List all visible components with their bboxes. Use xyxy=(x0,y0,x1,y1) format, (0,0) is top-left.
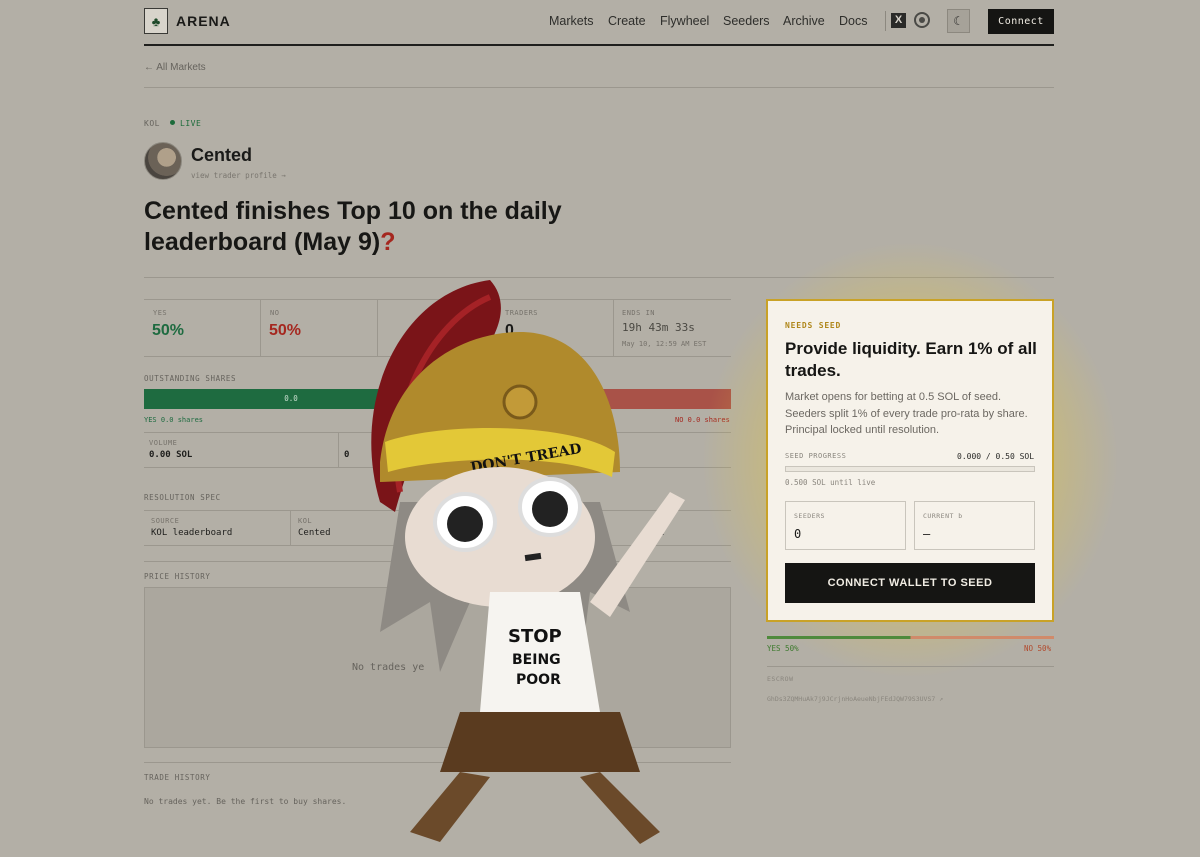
shirt-text-line-2: BEING xyxy=(512,652,561,668)
seed-progress-value: 0.000 / 0.50 SOL xyxy=(957,452,1035,461)
outstanding-shares-label: OUTSTANDING SHARES xyxy=(144,374,237,383)
source-value: KOL leaderboard xyxy=(151,528,233,538)
sidebar-yes-pct: YES 50% xyxy=(767,644,799,653)
seed-progress-label: SEED PROGRESS xyxy=(785,452,847,460)
arena-logo-icon[interactable]: ♣ xyxy=(144,8,168,34)
seed-until-live: 0.500 SOL until live xyxy=(785,478,876,487)
shirt-text-line-3: POOR xyxy=(516,672,561,688)
trade-history-empty: No trades yet. Be the first to buy share… xyxy=(144,797,347,806)
no-odds: 50% xyxy=(269,322,302,339)
seeders-box: SEEDERS 0 xyxy=(785,501,906,550)
kol-value: Cented xyxy=(298,528,331,538)
seed-progress-bar xyxy=(785,466,1035,472)
source-label: SOURCE xyxy=(151,517,180,525)
no-label: NO xyxy=(270,309,280,317)
odds-mini-bar xyxy=(767,636,1054,639)
price-history-label: PRICE HISTORY xyxy=(144,572,211,581)
current-b-label: CURRENT b xyxy=(923,512,963,520)
divider xyxy=(767,666,1054,667)
sidebar-no-pct: NO 50% xyxy=(1024,644,1052,653)
volume-value: 0.00 SOL xyxy=(149,450,193,460)
nav-create[interactable]: Create xyxy=(608,14,646,28)
nav-archive[interactable]: Archive xyxy=(783,14,825,28)
github-icon[interactable] xyxy=(914,12,930,28)
live-dot-icon xyxy=(170,120,175,125)
kol-name: Cented xyxy=(191,145,253,165)
x-twitter-icon[interactable]: X xyxy=(891,13,906,28)
trade-history-label: TRADE HISTORY xyxy=(144,773,211,782)
kol-label: KOL xyxy=(298,517,313,525)
spartan-mascot-image: DON'T TREAD STOP BEING POOR xyxy=(371,280,685,844)
divider xyxy=(144,87,1054,88)
stat-divider xyxy=(290,511,291,545)
escrow-label: ESCROW xyxy=(767,675,794,683)
stat-divider xyxy=(260,300,261,356)
seeders-label: SEEDERS xyxy=(794,512,825,520)
market-title-text: Cented finishes Top 10 on the daily lead… xyxy=(144,197,562,256)
market-category: KOL xyxy=(144,119,160,128)
brand-name[interactable]: ARENA xyxy=(176,13,231,29)
seed-card-description: Market opens for betting at 0.5 SOL of s… xyxy=(785,391,1028,436)
resolution-spec-label: RESOLUTION SPEC xyxy=(144,493,221,502)
moon-icon[interactable]: ☾ xyxy=(947,9,970,33)
back-to-markets-link[interactable]: ← All Markets xyxy=(144,62,206,73)
yes-odds: 50% xyxy=(152,322,185,339)
needs-seed-tag: NEEDS SEED xyxy=(785,321,842,330)
view-trader-profile-link[interactable]: view trader profile → xyxy=(191,171,286,180)
current-b-box: CURRENT b — xyxy=(914,501,1035,550)
nav-markets[interactable]: Markets xyxy=(549,14,593,28)
escrow-address-link[interactable]: GhDs3ZQMHuAk7j9JCrjnHoAeueNbjFEdJQW79S3U… xyxy=(767,695,943,703)
market-title: Cented finishes Top 10 on the daily lead… xyxy=(144,196,584,258)
yes-shares-caption: YES 0.0 shares xyxy=(144,416,204,424)
market-title-mark: ? xyxy=(380,228,396,256)
nav-docs[interactable]: Docs xyxy=(839,14,867,28)
yes-label: YES xyxy=(153,309,168,317)
shirt-text-line-1: STOP xyxy=(508,626,562,647)
connect-button[interactable]: Connect xyxy=(988,9,1054,34)
current-b-value: — xyxy=(923,527,931,541)
live-status-badge: LIVE xyxy=(180,119,202,128)
nav-flywheel[interactable]: Flywheel xyxy=(660,14,709,28)
avatar[interactable] xyxy=(144,142,182,180)
stat-divider xyxy=(338,433,339,467)
connect-wallet-to-seed-button[interactable]: CONNECT WALLET TO SEED xyxy=(785,563,1035,603)
volume-label: VOLUME xyxy=(149,439,178,447)
seed-card-title: Provide liquidity. Earn 1% of all trades… xyxy=(785,339,1037,380)
nav-divider xyxy=(885,11,886,31)
seeders-value: 0 xyxy=(794,527,802,541)
nav-seeders[interactable]: Seeders xyxy=(723,14,770,28)
header-divider xyxy=(144,44,1054,46)
